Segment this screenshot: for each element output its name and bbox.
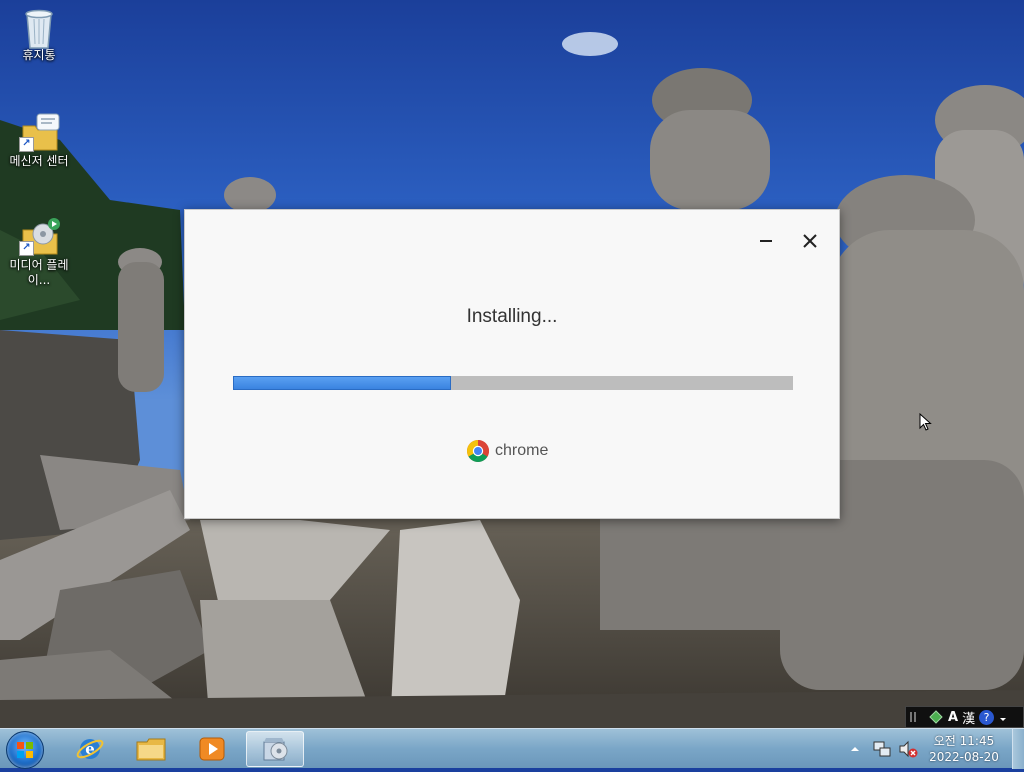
installer-package-icon bbox=[263, 738, 288, 761]
desktop-icon-label: 미디어 플레이... bbox=[9, 258, 69, 287]
show-desktop-button[interactable] bbox=[1012, 729, 1024, 769]
desktop-icon-label: 메신저 센터 bbox=[9, 154, 69, 168]
ime-icon[interactable] bbox=[928, 709, 944, 725]
media-player-icon: ↗ bbox=[19, 216, 60, 256]
system-tray bbox=[848, 729, 918, 769]
taskbar-media-player[interactable] bbox=[186, 731, 238, 767]
recycle-bin-icon bbox=[19, 6, 59, 49]
volume-muted-icon[interactable] bbox=[898, 739, 918, 759]
taskbar-chrome-installer[interactable] bbox=[246, 731, 304, 767]
file-explorer-icon bbox=[136, 738, 166, 761]
close-button[interactable] bbox=[797, 228, 823, 254]
hanja-button[interactable]: 漢 bbox=[962, 708, 975, 727]
desktop-icon-label: 휴지통 bbox=[22, 48, 56, 62]
install-progress-bar bbox=[233, 376, 793, 390]
desktop-icon-messenger-center[interactable]: ↗ 메신저 센터 bbox=[1, 112, 77, 169]
windows-logo-icon bbox=[17, 742, 33, 758]
taskbar: e 오전 11:45 2022-08-20 bbox=[0, 728, 1024, 769]
close-icon bbox=[803, 234, 817, 248]
start-button[interactable] bbox=[6, 731, 44, 769]
minimize-button[interactable] bbox=[753, 228, 779, 254]
brand-name: chrome bbox=[495, 442, 549, 459]
install-status-text: Installing... bbox=[466, 306, 558, 327]
clock-date: 2022-08-20 bbox=[929, 750, 999, 764]
network-icon[interactable] bbox=[872, 739, 892, 759]
chrome-logo-icon bbox=[467, 440, 489, 462]
desktop-icon-recycle-bin[interactable]: 휴지통 bbox=[1, 6, 77, 63]
messenger-center-icon: ↗ bbox=[19, 112, 60, 152]
installer-dialog: Installing... chrome bbox=[184, 209, 840, 519]
desktop-icon-media-player[interactable]: ↗ 미디어 플레이... bbox=[1, 216, 77, 288]
minimize-icon bbox=[760, 240, 772, 242]
input-mode-button[interactable]: A bbox=[948, 710, 958, 725]
shortcut-arrow-icon: ↗ bbox=[19, 137, 34, 152]
chrome-brand: chrome bbox=[466, 439, 548, 463]
install-progress-fill bbox=[233, 376, 452, 390]
taskbar-internet-explorer[interactable]: e bbox=[64, 731, 116, 767]
language-bar-options-icon[interactable] bbox=[998, 711, 1008, 723]
media-player-icon bbox=[199, 737, 225, 761]
language-bar: A 漢 ? bbox=[905, 706, 1024, 728]
taskbar-file-explorer[interactable] bbox=[125, 731, 177, 767]
internet-explorer-icon: e bbox=[76, 739, 104, 759]
help-button[interactable]: ? bbox=[979, 709, 995, 725]
taskbar-clock[interactable]: 오전 11:45 2022-08-20 bbox=[920, 733, 1008, 765]
language-bar-grip-icon[interactable] bbox=[910, 710, 924, 724]
clock-time: 오전 11:45 bbox=[933, 734, 995, 748]
show-hidden-icons-button[interactable] bbox=[848, 742, 862, 756]
mouse-cursor-icon bbox=[919, 413, 932, 431]
shortcut-arrow-icon: ↗ bbox=[19, 241, 34, 256]
